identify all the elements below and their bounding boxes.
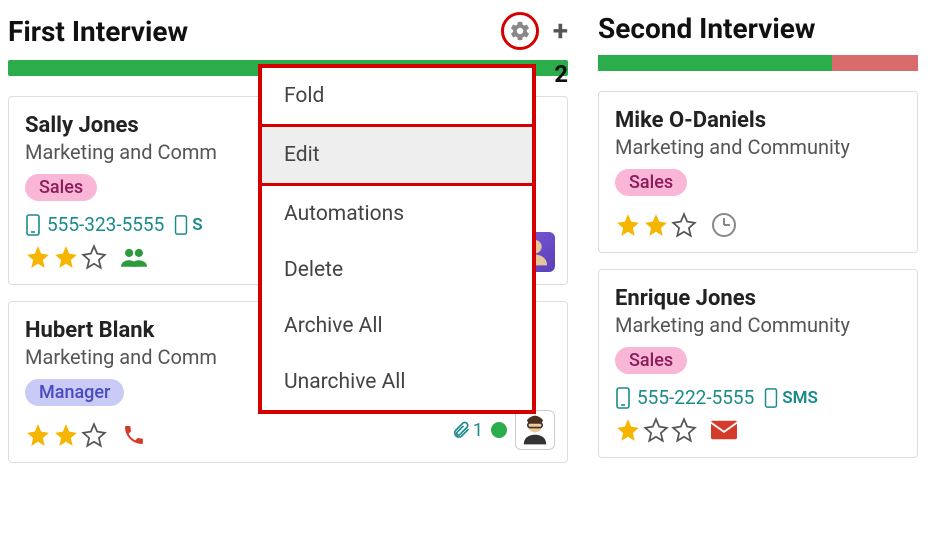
group-icon xyxy=(121,244,147,270)
menu-item-unarchive-all[interactable]: Unarchive All xyxy=(262,354,532,410)
avatar[interactable] xyxy=(515,410,555,450)
tag-manager: Manager xyxy=(25,379,124,406)
priority-stars[interactable] xyxy=(25,244,107,270)
sms-link[interactable]: S xyxy=(174,215,202,235)
gear-icon[interactable] xyxy=(501,12,539,50)
column-count: 2 xyxy=(554,60,568,88)
progress-bar xyxy=(598,55,918,71)
menu-item-archive-all[interactable]: Archive All xyxy=(262,298,532,354)
sms-link[interactable]: SMS xyxy=(764,388,818,408)
plus-icon[interactable]: + xyxy=(553,17,568,45)
envelope-icon[interactable] xyxy=(711,417,737,443)
sms-label: SMS xyxy=(782,388,818,408)
kanban-column-second-interview: Second Interview Mike O-Daniels Marketin… xyxy=(598,8,918,479)
sms-label: S xyxy=(192,215,202,235)
attachment-indicator[interactable]: 1 xyxy=(451,420,483,441)
candidate-subtitle: Marketing and Community xyxy=(615,135,901,159)
candidate-name: Enrique Jones xyxy=(615,286,901,311)
tag-sales: Sales xyxy=(25,174,97,201)
tag-sales: Sales xyxy=(615,169,687,196)
menu-item-delete[interactable]: Delete xyxy=(262,242,532,298)
candidate-card[interactable]: Enrique Jones Marketing and Community Sa… xyxy=(598,269,918,458)
phone-number: 555-222-5555 xyxy=(637,386,754,409)
phone-link[interactable]: 555-323-5555 xyxy=(25,213,164,236)
column-settings-menu: Fold Edit Automations Delete Archive All… xyxy=(258,64,536,414)
menu-item-edit[interactable]: Edit xyxy=(262,127,532,183)
menu-item-fold[interactable]: Fold xyxy=(262,68,532,124)
phone-number: 555-323-5555 xyxy=(47,213,164,236)
kanban-column-first-interview: First Interview + 2 Sally Jones Marketin… xyxy=(8,8,568,479)
status-dot xyxy=(491,422,507,438)
priority-stars[interactable] xyxy=(615,212,697,238)
column-title: First Interview xyxy=(8,15,188,48)
candidate-name: Mike O-Daniels xyxy=(615,108,901,133)
column-title: Second Interview xyxy=(598,12,815,45)
tag-sales: Sales xyxy=(615,347,687,374)
attachment-count: 1 xyxy=(473,420,483,441)
clock-icon xyxy=(711,212,737,238)
phone-link[interactable]: 555-222-5555 xyxy=(615,386,754,409)
priority-stars[interactable] xyxy=(615,417,697,443)
candidate-card[interactable]: Mike O-Daniels Marketing and Community S… xyxy=(598,91,918,253)
menu-item-automations[interactable]: Automations xyxy=(262,186,532,242)
phone-handset-icon[interactable] xyxy=(121,422,147,448)
candidate-subtitle: Marketing and Community xyxy=(615,313,901,337)
priority-stars[interactable] xyxy=(25,422,107,448)
